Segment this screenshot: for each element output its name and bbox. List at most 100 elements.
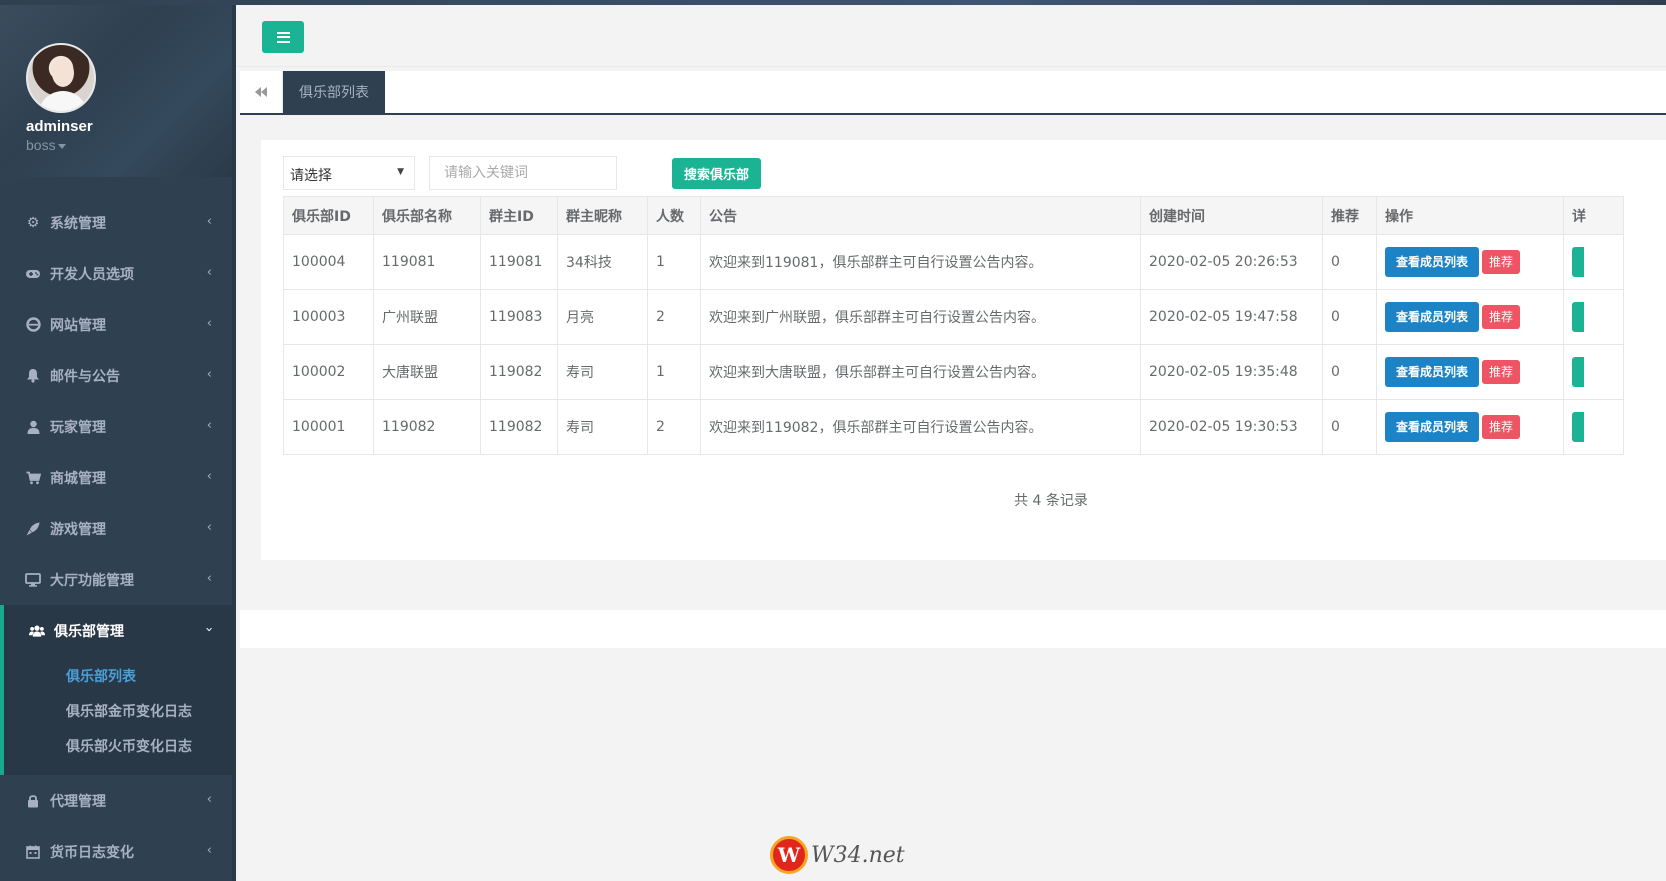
cell-owner-nick: 月亮 <box>557 289 648 345</box>
cell-notice: 欢迎来到广州联盟，俱乐部群主可自行设置公告内容。 <box>700 289 1141 345</box>
cell-members: 1 <box>647 344 701 400</box>
sidebar-item-players[interactable]: 玩家管理 ‹ <box>0 401 232 452</box>
caret-down-icon <box>57 143 66 149</box>
sidebar-item-system[interactable]: ⚙ 系统管理 ‹ <box>0 197 232 248</box>
sidebar-item-developer[interactable]: 开发人员选项 ‹ <box>0 248 232 299</box>
details-button[interactable] <box>1572 247 1584 277</box>
avatar-face <box>52 59 74 87</box>
content-panel: 请选择 ▼ 搜索俱乐部 俱乐部ID 俱乐部名称 群主ID 群主昵称 人数 公告 … <box>261 140 1666 560</box>
sidebar-item-games[interactable]: 游戏管理 ‹ <box>0 503 232 554</box>
top-navbar <box>236 5 1666 67</box>
col-header-recommend[interactable]: 推荐 <box>1322 196 1377 235</box>
table-row: 100002 大唐联盟 119082 寿司 1 欢迎来到大唐联盟，俱乐部群主可自… <box>283 344 1624 400</box>
user-icon <box>25 419 41 435</box>
chevron-left-icon: ‹ <box>206 418 212 433</box>
chevron-left-icon: ‹ <box>206 469 212 484</box>
col-header-notice[interactable]: 公告 <box>700 196 1141 235</box>
cell-club-id: 100001 <box>283 399 374 455</box>
category-select-value: 请选择 <box>290 168 332 184</box>
details-button[interactable] <box>1572 302 1584 332</box>
details-button[interactable] <box>1572 357 1584 387</box>
cell-notice: 欢迎来到大唐联盟，俱乐部群主可自行设置公告内容。 <box>700 344 1141 400</box>
recommend-button[interactable]: 推荐 <box>1482 360 1521 384</box>
cell-notice: 欢迎来到119081，俱乐部群主可自行设置公告内容。 <box>700 234 1141 290</box>
view-members-button[interactable]: 查看成员列表 <box>1385 247 1480 277</box>
view-members-button[interactable]: 查看成员列表 <box>1385 357 1480 387</box>
sidebar-subitem-club-gold-log[interactable]: 俱乐部金币变化日志 <box>4 695 232 730</box>
sidebar-subitem-club-firecoin-log[interactable]: 俱乐部火币变化日志 <box>4 730 232 765</box>
cell-owner-id: 119081 <box>480 234 558 290</box>
sidebar-item-label: 大厅功能管理 <box>50 572 134 589</box>
club-table: 俱乐部ID 俱乐部名称 群主ID 群主昵称 人数 公告 创建时间 推荐 操作 详… <box>283 196 1624 455</box>
keyword-search-input[interactable] <box>429 156 617 190</box>
cell-details <box>1563 344 1624 400</box>
col-header-members[interactable]: 人数 <box>647 196 701 235</box>
cell-actions: 查看成员列表 推荐 <box>1376 344 1564 400</box>
profile-role-dropdown[interactable]: boss <box>26 137 66 153</box>
desktop-icon <box>25 572 41 588</box>
recommend-button[interactable]: 推荐 <box>1482 305 1521 329</box>
profile-header: adminser boss <box>0 5 232 177</box>
col-header-created[interactable]: 创建时间 <box>1140 196 1323 235</box>
hamburger-icon <box>276 31 290 43</box>
details-button[interactable] <box>1572 412 1584 442</box>
sidebar-item-agent[interactable]: 代理管理 ‹ <box>0 775 232 826</box>
sidebar-item-label: 玩家管理 <box>50 419 106 436</box>
cell-owner-id: 119082 <box>480 344 558 400</box>
view-members-button[interactable]: 查看成员列表 <box>1385 412 1480 442</box>
cell-details <box>1563 399 1624 455</box>
club-submenu: 俱乐部列表 俱乐部金币变化日志 俱乐部火币变化日志 <box>0 656 232 775</box>
sidebar-item-mail-notice[interactable]: 邮件与公告 ‹ <box>0 350 232 401</box>
sidebar-item-label: 网站管理 <box>50 317 106 334</box>
recommend-button[interactable]: 推荐 <box>1482 415 1521 439</box>
category-select[interactable]: 请选择 ▼ <box>283 156 415 190</box>
table-row: 100003 广州联盟 119083 月亮 2 欢迎来到广州联盟，俱乐部群主可自… <box>283 289 1624 345</box>
avatar[interactable] <box>26 43 96 113</box>
sidebar-item-label: 商城管理 <box>50 470 106 487</box>
col-header-details: 详 <box>1563 196 1624 235</box>
cell-club-name: 119081 <box>373 234 481 290</box>
toggle-sidebar-button[interactable] <box>262 21 304 53</box>
cell-actions: 查看成员列表 推荐 <box>1376 399 1564 455</box>
chevron-left-icon: ‹ <box>206 316 212 331</box>
cell-members: 1 <box>647 234 701 290</box>
sidebar-item-website[interactable]: 网站管理 ‹ <box>0 299 232 350</box>
gamepad-icon <box>25 266 41 282</box>
col-header-owner-id[interactable]: 群主ID <box>480 196 558 235</box>
sidebar-subitem-club-list[interactable]: 俱乐部列表 <box>4 660 232 695</box>
profile-name: adminser <box>26 118 93 135</box>
cell-club-id: 100002 <box>283 344 374 400</box>
calendar-icon <box>25 844 41 860</box>
cell-owner-id: 119083 <box>480 289 558 345</box>
view-members-button[interactable]: 查看成员列表 <box>1385 302 1480 332</box>
sidebar-item-shop[interactable]: 商城管理 ‹ <box>0 452 232 503</box>
profile-role-label: boss <box>26 137 56 153</box>
col-header-club-id[interactable]: 俱乐部ID <box>283 196 374 235</box>
filter-bar: 请选择 ▼ 搜索俱乐部 <box>283 156 1083 190</box>
watermark-logo: W <box>770 836 808 874</box>
cell-recommend: 0 <box>1322 344 1377 400</box>
cell-club-id: 100003 <box>283 289 374 345</box>
sidebar-item-lobby[interactable]: 大厅功能管理 ‹ <box>0 554 232 605</box>
chevron-left-icon: ‹ <box>206 843 212 858</box>
tab-club-list[interactable]: 俱乐部列表 <box>283 71 385 113</box>
cart-icon <box>25 470 41 486</box>
cell-created: 2020-02-05 20:26:53 <box>1140 234 1323 290</box>
cell-details <box>1563 289 1624 345</box>
col-header-club-name[interactable]: 俱乐部名称 <box>373 196 481 235</box>
chevron-left-icon: ‹ <box>206 214 212 229</box>
gears-icon: ⚙ <box>26 214 40 231</box>
cell-actions: 查看成员列表 推荐 <box>1376 234 1564 290</box>
chevron-left-icon: ‹ <box>206 571 212 586</box>
tabs-scroll-left-button[interactable] <box>240 71 283 113</box>
search-club-button[interactable]: 搜索俱乐部 <box>672 158 762 189</box>
recommend-button[interactable]: 推荐 <box>1482 250 1521 274</box>
sidebar-item-currency-log[interactable]: 货币日志变化 ‹ <box>0 826 232 877</box>
chevron-down-icon: ‹ <box>201 626 217 633</box>
cell-created: 2020-02-05 19:30:53 <box>1140 399 1323 455</box>
sidebar-item-label: 游戏管理 <box>50 521 106 538</box>
page-tabs: 俱乐部列表 <box>240 71 1666 115</box>
cell-owner-id: 119082 <box>480 399 558 455</box>
sidebar-item-club[interactable]: 俱乐部管理 ‹ <box>0 605 232 656</box>
col-header-owner-nick[interactable]: 群主昵称 <box>557 196 648 235</box>
